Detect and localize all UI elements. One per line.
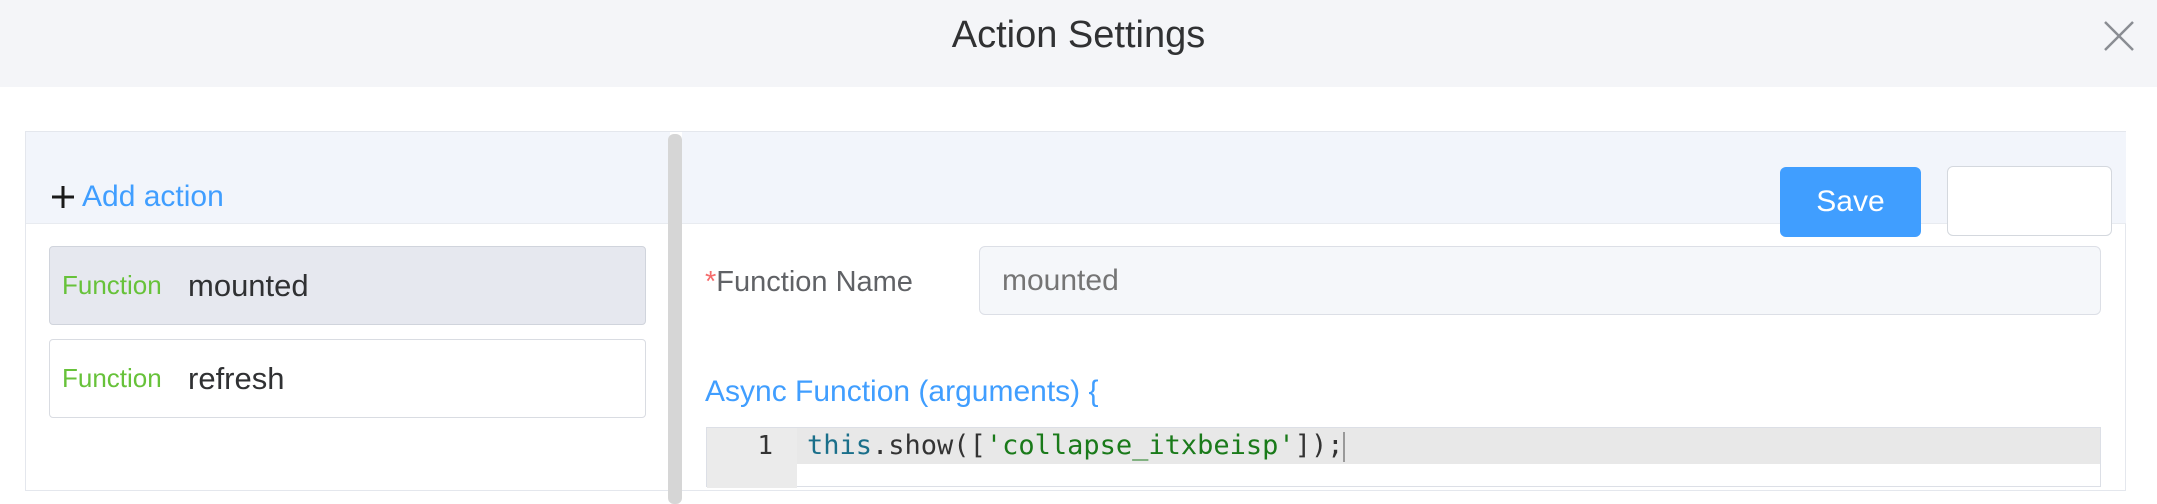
required-mark: * (705, 266, 717, 298)
code-keyword: this (807, 430, 873, 461)
code-editor[interactable]: 1 this.show(['collapse_itxbeisp']); (706, 427, 2101, 488)
dialog-header: Action Settings (0, 0, 2157, 87)
code-line[interactable]: this.show(['collapse_itxbeisp']); (797, 428, 2100, 464)
text-cursor (1343, 431, 1346, 462)
code-end: ]); (1294, 430, 1344, 461)
async-function-label: Async Function (arguments) { (705, 375, 1099, 408)
action-name: mounted (188, 267, 309, 303)
function-name-label-text: Function Name (716, 266, 913, 298)
editor-gutter: 1 (707, 428, 797, 488)
list-item[interactable]: Function refresh (49, 339, 646, 418)
code-string: 'collapse_itxbeisp' (985, 430, 1295, 461)
secondary-button[interactable] (1947, 166, 2112, 236)
add-action-label: Add action (82, 180, 224, 213)
line-number: 1 (757, 431, 773, 461)
function-name-label: *Function Name (705, 264, 913, 300)
code-call: .show([ (872, 430, 986, 461)
dialog-title: Action Settings (951, 14, 1206, 56)
panel-splitter[interactable] (668, 134, 682, 504)
action-list-header: Add action (26, 132, 670, 224)
add-action-button[interactable]: Add action (50, 177, 224, 217)
list-item[interactable]: Function mounted (49, 246, 646, 325)
action-type-tag: Function (62, 270, 162, 300)
close-icon[interactable] (2099, 16, 2139, 56)
function-name-input[interactable] (979, 246, 2101, 315)
plus-icon (52, 186, 74, 208)
action-type-tag: Function (62, 363, 162, 393)
action-name: refresh (188, 360, 285, 396)
save-button[interactable]: Save (1780, 167, 1921, 237)
